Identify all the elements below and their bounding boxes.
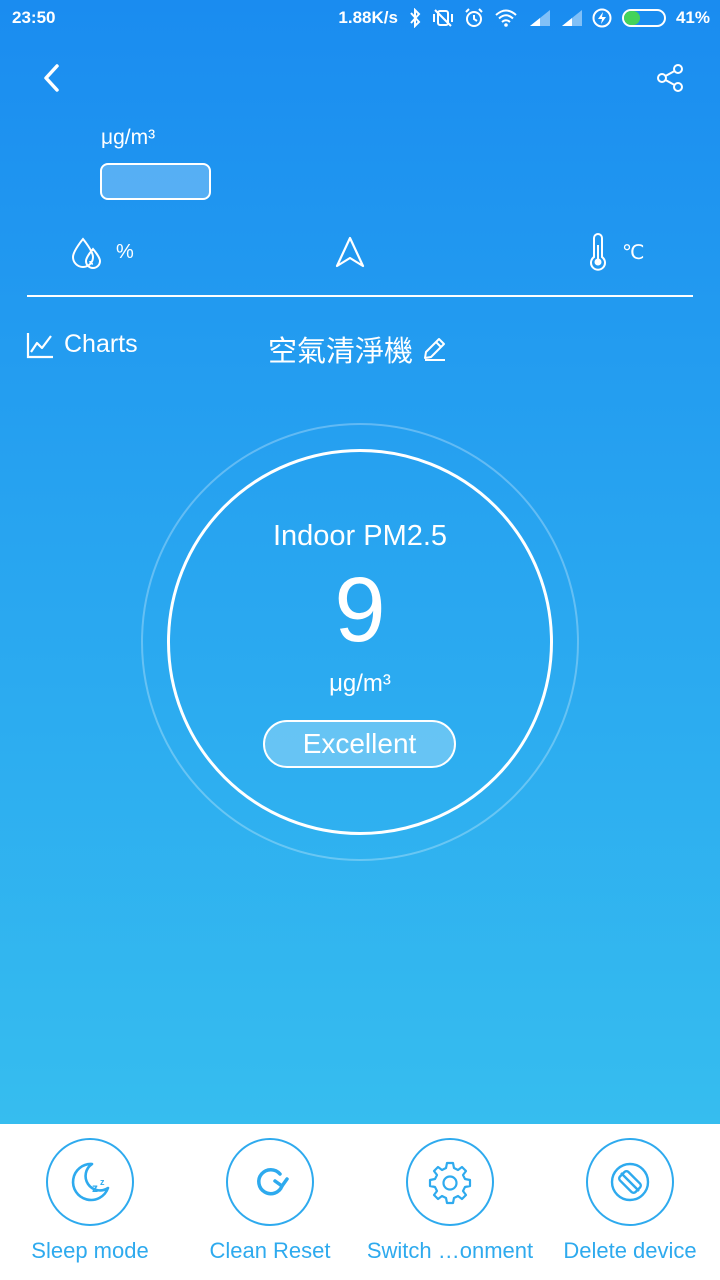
chevron-left-icon bbox=[44, 64, 59, 92]
gear-icon bbox=[428, 1161, 472, 1205]
air-quality-badge: Excellent bbox=[263, 720, 456, 768]
indoor-pm-label: Indoor PM2.5 bbox=[272, 520, 448, 552]
status-bar: 23:50 1.88K/s 41% bbox=[0, 0, 720, 36]
battery-fill bbox=[623, 11, 641, 25]
refresh-icon bbox=[257, 1167, 289, 1196]
main-panel: 23:50 1.88K/s 41% μg/m³ % ℃ Charts 空氣清淨機… bbox=[0, 0, 720, 1124]
bluetooth-icon bbox=[408, 8, 422, 28]
svg-text:z: z bbox=[100, 1177, 105, 1187]
status-time: 23:50 bbox=[12, 8, 56, 27]
share-button[interactable] bbox=[650, 58, 690, 98]
indoor-pm-value: 9 bbox=[334, 559, 386, 661]
humidity-metric: % bbox=[70, 230, 134, 274]
outdoor-pm-unit: μg/m³ bbox=[101, 126, 156, 149]
charts-label: Charts bbox=[64, 330, 138, 358]
battery-percent: 41% bbox=[675, 8, 710, 27]
svg-text:z: z bbox=[92, 1181, 98, 1195]
water-drops-icon bbox=[71, 237, 102, 269]
temperature-metric: ℃ bbox=[586, 230, 644, 274]
delete-device-button[interactable]: Delete device bbox=[540, 1138, 720, 1264]
thermometer-icon bbox=[590, 233, 606, 271]
divider bbox=[27, 295, 693, 297]
signal-icon bbox=[528, 10, 550, 26]
share-icon bbox=[657, 64, 683, 92]
charging-icon bbox=[592, 8, 612, 28]
switch-environment-button[interactable]: Switch …onment bbox=[360, 1138, 540, 1264]
sleep-moon-icon: zz bbox=[71, 1162, 110, 1202]
humidity-unit: % bbox=[116, 240, 134, 263]
outdoor-pm-badge bbox=[100, 163, 211, 200]
charts-link[interactable]: Charts bbox=[26, 330, 138, 359]
sleep-mode-label: Sleep mode bbox=[31, 1238, 149, 1263]
delete-device-circle[interactable] bbox=[586, 1138, 674, 1226]
navigation-arrow-icon bbox=[335, 236, 365, 268]
status-icons: 1.88K/s 41% bbox=[338, 8, 710, 28]
alarm-icon bbox=[464, 8, 484, 28]
back-button[interactable] bbox=[34, 58, 68, 98]
wifi-icon bbox=[494, 9, 518, 27]
device-name[interactable]: 空氣清淨機 bbox=[268, 328, 447, 370]
switch-environment-circle[interactable] bbox=[406, 1138, 494, 1226]
sleep-mode-circle[interactable]: zz bbox=[46, 1138, 134, 1226]
line-chart-icon bbox=[26, 332, 53, 358]
signal-icon bbox=[560, 10, 582, 26]
battery-icon bbox=[621, 9, 666, 27]
network-speed: 1.88K/s bbox=[338, 8, 398, 27]
clean-reset-circle[interactable] bbox=[226, 1138, 314, 1226]
switch-environment-label: Switch …onment bbox=[366, 1238, 534, 1263]
temperature-unit: ℃ bbox=[622, 241, 645, 264]
sleep-mode-button[interactable]: zz Sleep mode bbox=[0, 1138, 180, 1264]
wind-direction-metric bbox=[334, 230, 366, 274]
clean-reset-label: Clean Reset bbox=[209, 1238, 331, 1263]
bottom-action-bar: zz Sleep mode Clean Reset Switch …onment… bbox=[0, 1124, 720, 1280]
device-name-text: 空氣清淨機 bbox=[268, 336, 414, 368]
delete-device-icon bbox=[610, 1162, 650, 1202]
vibrate-off-icon bbox=[432, 8, 454, 28]
indoor-pm-unit: μg/m³ bbox=[329, 670, 391, 697]
pencil-icon[interactable] bbox=[421, 336, 447, 362]
clean-reset-button[interactable]: Clean Reset bbox=[180, 1138, 360, 1264]
delete-device-label: Delete device bbox=[563, 1238, 697, 1263]
